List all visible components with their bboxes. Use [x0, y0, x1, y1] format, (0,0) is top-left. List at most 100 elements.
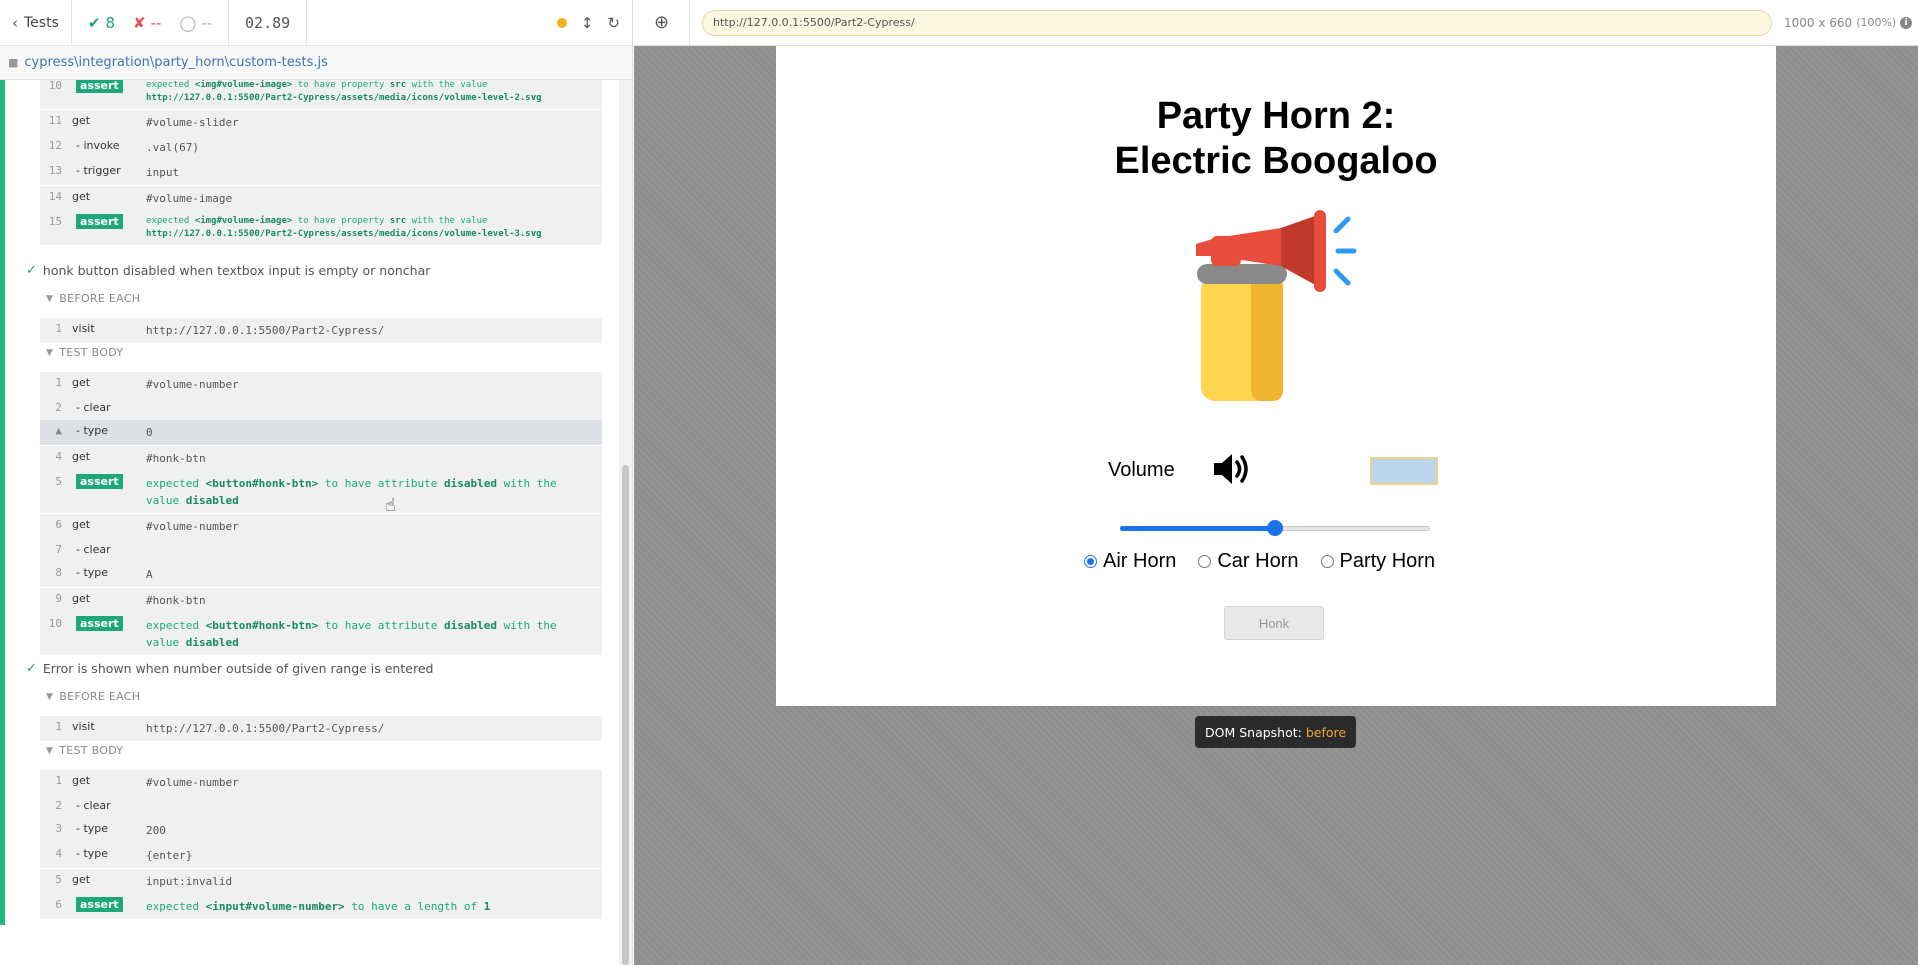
hook-title[interactable]: ▼ TEST BODY: [46, 744, 123, 757]
command-number: 4: [55, 847, 62, 860]
command-row[interactable]: 9 get #honk-btn: [40, 587, 602, 613]
command-block: 1 visit http://127.0.0.1:5500/Part2-Cypr…: [40, 318, 602, 343]
command-name: get: [72, 518, 91, 531]
command-number: 1: [55, 322, 62, 335]
slider-thumb[interactable]: [1267, 520, 1283, 536]
scrollbar-thumb[interactable]: [622, 465, 629, 965]
stats-summary: ✔ 8 ✘ -- ◯ --: [72, 0, 230, 45]
command-message: http://127.0.0.1:5500/Part2-Cypress/: [146, 722, 385, 735]
back-to-tests-button[interactable]: ‹ Tests: [0, 0, 72, 45]
slider-fill: [1120, 526, 1275, 531]
command-row[interactable]: 10 assert expected <img#volume-image> to…: [40, 80, 602, 109]
hook-label: TEST BODY: [59, 744, 124, 757]
option-party-horn[interactable]: Party Horn: [1320, 550, 1436, 573]
caret-down-icon: ▼: [46, 745, 54, 756]
hook-label: TEST BODY: [59, 346, 124, 359]
command-row[interactable]: ▲ - type 0: [40, 420, 602, 445]
command-row[interactable]: 13 - trigger input: [40, 160, 602, 185]
volume-slider[interactable]: [1120, 519, 1430, 537]
command-name: get: [72, 190, 91, 203]
command-row[interactable]: 1 visit http://127.0.0.1:5500/Part2-Cypr…: [40, 318, 602, 343]
command-message: .val(67): [146, 141, 199, 154]
command-row[interactable]: 8 - type A: [40, 562, 602, 587]
command-message: input: [146, 166, 180, 179]
command-message: #volume-slider: [146, 116, 239, 129]
command-row[interactable]: 2 - clear: [40, 397, 602, 420]
selector-playground-button[interactable]: ⊕: [634, 0, 690, 46]
command-message: #honk-btn: [146, 594, 206, 607]
hook-title[interactable]: ▼ TEST BODY: [46, 346, 123, 359]
test-title-text: honk button disabled when textbox input …: [42, 263, 431, 278]
command-name: assert: [62, 616, 146, 631]
test-title[interactable]: ✓ honk button disabled when textbox inpu…: [26, 263, 430, 278]
option-label: Car Horn: [1217, 550, 1299, 572]
command-number: 11: [48, 114, 62, 127]
command-row[interactable]: 1 visit http://127.0.0.1:5500/Part2-Cypr…: [40, 716, 602, 741]
option-label: Party Horn: [1339, 550, 1436, 572]
command-message: #volume-number: [146, 776, 239, 789]
run-controls: ↕ ↻: [547, 0, 632, 45]
pin-icon: ▲: [55, 424, 62, 437]
command-message: expected <img#volume-image> to have prop…: [146, 80, 542, 103]
command-number: 5: [55, 873, 62, 886]
command-message: #volume-number: [146, 378, 239, 391]
hook-title[interactable]: ▼ BEFORE EACH: [46, 690, 140, 703]
command-row[interactable]: 1 get #volume-number: [40, 770, 602, 795]
command-row[interactable]: 10 assert expected <button#honk-btn> to …: [40, 613, 602, 655]
caret-down-icon: ▼: [46, 691, 54, 702]
restart-icon[interactable]: ↻: [607, 14, 620, 32]
spec-path-link[interactable]: cypress\integration\party_horn\custom-te…: [24, 55, 327, 70]
test-title[interactable]: ✓ Error is shown when number outside of …: [26, 661, 433, 676]
volume-number-input[interactable]: [1370, 457, 1438, 485]
command-block: 1 visit http://127.0.0.1:5500/Part2-Cypr…: [40, 716, 602, 741]
hook-label: BEFORE EACH: [59, 690, 141, 703]
circle-notch-icon: ◯: [179, 13, 197, 32]
command-row[interactable]: 14 get #volume-image: [40, 185, 602, 211]
command-name: - clear: [76, 543, 111, 556]
command-row[interactable]: 7 - clear: [40, 539, 602, 562]
command-row[interactable]: 1 get #volume-number: [40, 372, 602, 397]
auto-scroll-toggle-icon[interactable]: ↕: [581, 14, 594, 32]
title-line-1: Party Horn 2:: [1156, 95, 1396, 137]
command-name: get: [72, 774, 91, 787]
reporter-scrollbar[interactable]: [619, 80, 632, 965]
option-car-horn[interactable]: Car Horn: [1198, 550, 1299, 573]
command-row[interactable]: 4 - type {enter}: [40, 843, 602, 868]
command-row[interactable]: 5 assert expected <button#honk-btn> to h…: [40, 471, 602, 513]
command-row[interactable]: 11 get #volume-slider: [40, 109, 602, 135]
radio-party-horn[interactable]: [1320, 555, 1334, 568]
url-bar[interactable]: http://127.0.0.1:5500/Part2-Cypress/: [702, 9, 1772, 36]
command-row[interactable]: 4 get #honk-btn: [40, 445, 602, 471]
command-row[interactable]: 12 - invoke .val(67): [40, 135, 602, 160]
command-message: 200: [146, 824, 166, 837]
command-name: assert: [62, 474, 146, 489]
radio-air-horn[interactable]: [1084, 555, 1097, 568]
radio-car-horn[interactable]: [1198, 555, 1212, 568]
info-icon[interactable]: i: [1900, 16, 1913, 29]
command-row[interactable]: 6 assert expected <input#volume-number> …: [40, 894, 602, 919]
hook-title[interactable]: ▼ BEFORE EACH: [46, 292, 140, 305]
zoom-level: (100%): [1856, 16, 1897, 29]
command-row[interactable]: 3 - type 200: [40, 818, 602, 843]
command-row[interactable]: 15 assert expected <img#volume-image> to…: [40, 211, 602, 245]
command-name: - type: [76, 566, 109, 579]
command-row[interactable]: 6 get #volume-number: [40, 513, 602, 539]
title-line-2: Electric Boogaloo: [1114, 140, 1438, 182]
command-row[interactable]: 5 get input:invalid: [40, 868, 602, 894]
command-message: http://127.0.0.1:5500/Part2-Cypress/: [146, 324, 385, 337]
option-air-horn[interactable]: Air Horn: [1084, 550, 1176, 573]
command-log: 10 assert expected <img#volume-image> to…: [0, 80, 620, 930]
pending-stat: ◯ --: [179, 14, 212, 32]
command-name: visit: [72, 322, 95, 335]
url-text: http://127.0.0.1:5500/Part2-Cypress/: [713, 16, 915, 29]
caret-down-icon: ▼: [46, 293, 54, 304]
viewport-info: 1000 x 660 (100%) i: [1784, 16, 1913, 30]
command-message: A: [146, 568, 153, 581]
command-number: 1: [55, 376, 62, 389]
command-row[interactable]: 2 - clear: [40, 795, 602, 818]
command-number: 12: [48, 139, 62, 152]
honk-button[interactable]: Honk: [1224, 606, 1324, 640]
command-number: 3: [55, 822, 62, 835]
command-number: 2: [55, 401, 62, 414]
chevron-left-icon: ‹: [12, 13, 18, 32]
